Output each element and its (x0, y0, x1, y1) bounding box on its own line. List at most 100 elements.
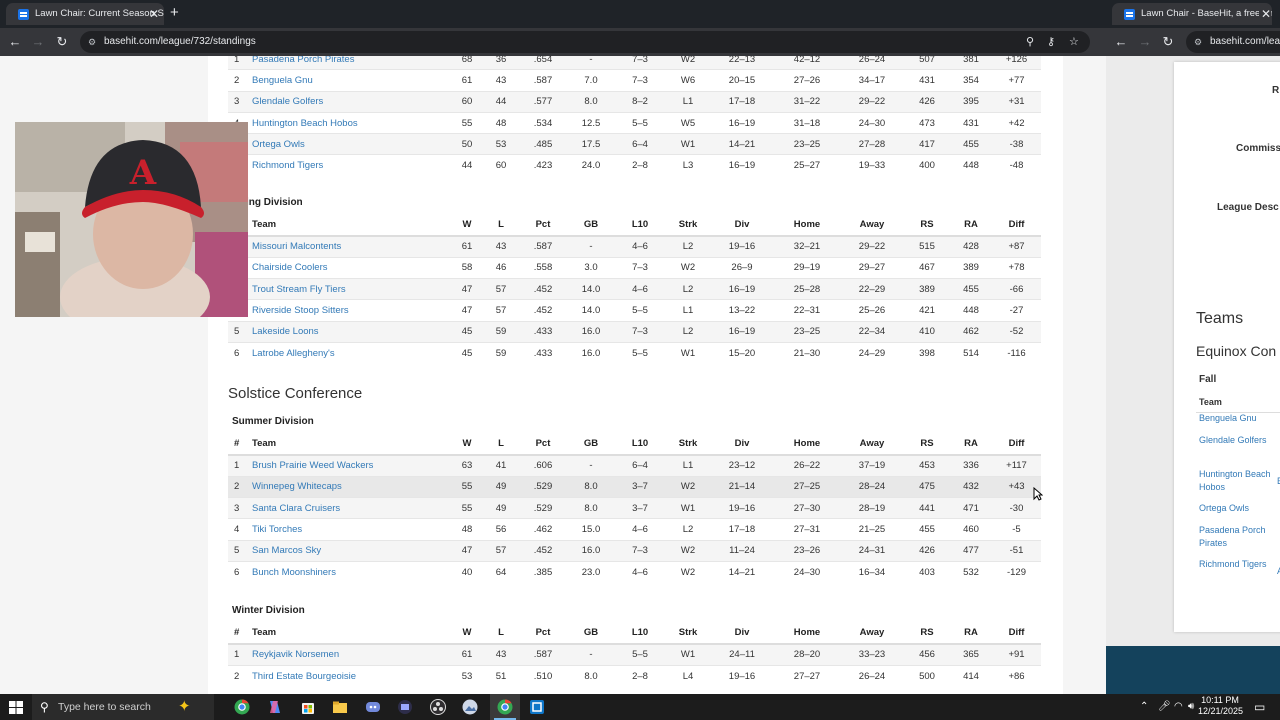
column-header-rs[interactable]: RS (904, 622, 950, 645)
tab-current-season[interactable]: Lawn Chair: Current Season Sta ✕ (6, 3, 164, 25)
column-header-gb[interactable]: GB (568, 622, 614, 645)
file-explorer-icon[interactable] (331, 698, 349, 716)
app-grid-icon[interactable] (396, 698, 414, 716)
column-header-num[interactable]: # (228, 622, 250, 645)
team-link[interactable]: Glendale Golfers (250, 90, 450, 113)
chrome-active-icon[interactable] (496, 698, 514, 716)
team-link[interactable]: Latrobe Allegheny's (250, 341, 450, 364)
team-link[interactable]: Benguela Gnu (250, 69, 450, 92)
team-link[interactable]: Riverside Stoop Sitters (250, 299, 450, 322)
team-link[interactable]: Pasadena Porch Pirates (1199, 524, 1279, 550)
reload-icon[interactable]: ↻ (1159, 33, 1177, 51)
column-header-div[interactable]: Div (710, 622, 774, 645)
column-header-strk[interactable]: Strk (666, 433, 710, 456)
column-header-l[interactable]: L (484, 622, 518, 645)
team-link[interactable]: Glendale Golfers (1199, 434, 1279, 447)
microsoft-store-icon[interactable] (299, 698, 317, 716)
column-header-l10[interactable]: L10 (614, 433, 666, 456)
column-header-ra[interactable]: RA (950, 622, 992, 645)
notification-icon[interactable]: ▭ (1254, 694, 1265, 720)
team-link[interactable]: Lakeside Loons (250, 320, 450, 343)
team-link[interactable]: Brush Prairie Weed Wackers (250, 454, 450, 477)
column-header-diff[interactable]: Diff (992, 214, 1041, 237)
column-header-team[interactable]: Team (250, 433, 450, 456)
close-tab-icon[interactable]: ✕ (1259, 3, 1272, 25)
column-header-gb[interactable]: GB (568, 214, 614, 237)
column-header-l10[interactable]: L10 (614, 622, 666, 645)
column-header-strk[interactable]: Strk (666, 622, 710, 645)
column-header-pct[interactable]: Pct (518, 433, 568, 456)
obs-icon[interactable] (429, 698, 447, 716)
column-header-div[interactable]: Div (710, 433, 774, 456)
reload-icon[interactable]: ↻ (53, 33, 71, 51)
wifi-icon[interactable]: ◠ (1174, 694, 1183, 720)
team-link[interactable]: Benguela Gnu (1199, 412, 1279, 425)
team-link[interactable]: Huntington Beach Hobos (1199, 468, 1279, 494)
column-header-team[interactable]: Team (250, 622, 450, 645)
team-link[interactable]: San Marcos Sky (250, 539, 450, 562)
team-link[interactable]: Chairside Coolers (250, 256, 450, 279)
column-header-l[interactable]: L (484, 214, 518, 237)
team-link[interactable]: Trout Stream Fly Tiers (250, 278, 450, 300)
address-bar-right[interactable]: ⚙ basehit.com/leag (1186, 31, 1280, 53)
team-link[interactable]: Richmond Tigers (1199, 558, 1279, 571)
password-key-icon[interactable]: ⚷ (1047, 31, 1055, 53)
new-tab-button[interactable]: + (170, 4, 179, 21)
team-link[interactable]: Tiki Torches (250, 518, 450, 541)
column-header-l10[interactable]: L10 (614, 214, 666, 237)
team-link[interactable]: Huntington Beach Hobos (250, 111, 450, 134)
copilot-sparkle-icon[interactable]: ✦ (178, 694, 191, 720)
team-link[interactable]: Ortega Owls (1199, 502, 1279, 515)
vscode-icon[interactable] (528, 698, 546, 716)
column-header-rs[interactable]: RS (904, 214, 950, 237)
column-header-w[interactable]: W (450, 622, 484, 645)
taskbar-clock[interactable]: 10:11 PM 12/21/2025 (1198, 695, 1243, 717)
column-header-pct[interactable]: Pct (518, 214, 568, 237)
column-header-strk[interactable]: Strk (666, 214, 710, 237)
chrome-icon[interactable] (233, 698, 251, 716)
back-arrow-icon[interactable]: ← (6, 33, 24, 51)
column-header-away[interactable]: Away (840, 214, 904, 237)
column-header-ra[interactable]: RA (950, 433, 992, 456)
address-bar[interactable]: ⚙ basehit.com/league/732/standings ⚲ ⚷ ☆ (80, 31, 1090, 53)
team-link[interactable]: Missouri Malcontents (250, 235, 450, 258)
team-link[interactable]: Reykjavik Norsemen (250, 643, 450, 666)
tray-overflow-icon[interactable]: ⌃ (1140, 694, 1148, 720)
photos-app-icon[interactable] (461, 698, 479, 716)
column-header-diff[interactable]: Diff (992, 433, 1041, 456)
team-link[interactable]: Pasadena Porch Pirates (250, 56, 450, 70)
column-header-home[interactable]: Home (774, 433, 840, 456)
copilot-icon[interactable] (266, 698, 284, 716)
microphone-icon[interactable]: 🎤︎ (1158, 694, 1171, 720)
windows-start-icon[interactable] (7, 698, 25, 716)
column-header-home[interactable]: Home (774, 214, 840, 237)
forward-arrow-icon[interactable]: → (1136, 33, 1154, 51)
column-header-team[interactable]: Team (250, 214, 450, 237)
column-header-home[interactable]: Home (774, 622, 840, 645)
speaker-icon[interactable]: 🔊︎ (1188, 694, 1194, 720)
column-header-diff[interactable]: Diff (992, 622, 1041, 645)
bookmark-star-icon[interactable]: ☆ (1069, 31, 1079, 53)
team-link[interactable]: Richmond Tigers (250, 154, 450, 177)
team-link[interactable]: Winnepeg Whitecaps (250, 475, 450, 498)
back-arrow-icon[interactable]: ← (1112, 33, 1130, 51)
column-header-num[interactable]: # (228, 433, 250, 456)
team-link[interactable]: Third Estate Bourgeoisie (250, 664, 450, 687)
team-link[interactable]: Bunch Moonshiners (250, 560, 450, 583)
column-header-div[interactable]: Div (710, 214, 774, 237)
column-header-w[interactable]: W (450, 214, 484, 237)
column-header-away[interactable]: Away (840, 622, 904, 645)
column-header-rs[interactable]: RS (904, 433, 950, 456)
column-header-w[interactable]: W (450, 433, 484, 456)
close-tab-icon[interactable]: ✕ (149, 3, 159, 25)
column-header-away[interactable]: Away (840, 433, 904, 456)
site-info-icon[interactable]: ⚙ (88, 31, 96, 53)
team-link[interactable]: Santa Clara Cruisers (250, 497, 450, 519)
zoom-icon[interactable]: ⚲ (1026, 31, 1034, 53)
team-link[interactable]: Ortega Owls (250, 133, 450, 155)
column-header-gb[interactable]: GB (568, 433, 614, 456)
site-info-icon[interactable]: ⚙ (1194, 31, 1202, 53)
tab-basehit[interactable]: Lawn Chair - BaseHit, a free sim ✕ (1112, 3, 1272, 25)
column-header-pct[interactable]: Pct (518, 622, 568, 645)
forward-arrow-icon[interactable]: → (29, 33, 47, 51)
